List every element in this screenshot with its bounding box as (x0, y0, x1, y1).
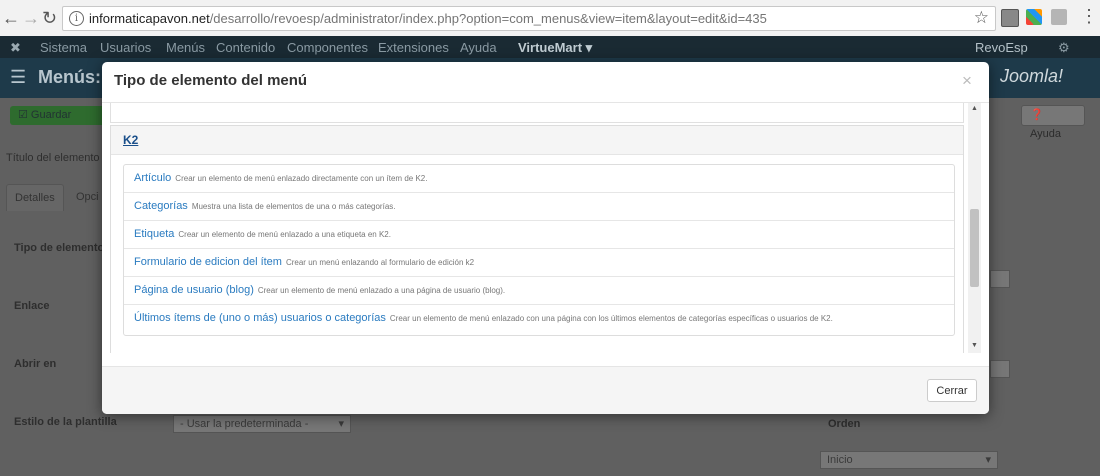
list-item-name: Formulario de edicion del ítem Crear un m… (134, 256, 474, 268)
nav-sistema[interactable]: Sistema (40, 40, 87, 55)
modal-title: Tipo de elemento del menú (114, 72, 308, 89)
forward-arrow-icon[interactable]: → (22, 8, 40, 28)
modal-footer: Cerrar (102, 366, 989, 414)
modal-scrollbar[interactable]: ▲ ▼ (968, 103, 981, 353)
list-item-etiqueta[interactable]: Etiqueta Crear un elemento de menú enlaza… (124, 221, 954, 249)
list-item-desc: Muestra una lista de elementos de una o … (191, 202, 396, 211)
nav-virtuemart[interactable]: VirtueMart ▾ (518, 40, 592, 56)
save-icon: ☑ (18, 109, 31, 121)
nav-usuarios[interactable]: Usuarios (100, 40, 151, 55)
extension-icon[interactable] (1051, 9, 1067, 25)
list-item-name: Página de usuario (blog) Crear un element… (134, 284, 505, 296)
info-icon[interactable]: i (69, 11, 84, 26)
order-select[interactable]: Inicio ▾ (820, 451, 998, 469)
extension-joomla-icon[interactable] (1026, 9, 1042, 25)
back-arrow-icon[interactable]: ← (2, 8, 20, 28)
list-item-name: Categorías Muestra una lista de elementos… (134, 200, 395, 212)
list-item-categorias[interactable]: Categorías Muestra una lista de elementos… (124, 193, 954, 221)
reload-icon[interactable]: ↻ (42, 8, 57, 28)
chevron-down-icon: ▾ (338, 418, 344, 430)
list-item-formulario[interactable]: Formulario de edicion del ítem Crear un m… (124, 249, 954, 277)
list-item-desc: Crear un elemento de menú enlazado a una… (257, 286, 506, 295)
help-label: Ayuda (1030, 128, 1061, 140)
close-button[interactable]: Cerrar (927, 379, 977, 402)
browser-toolbar: ← → ↻ i informaticapavon.net/desarrollo/… (0, 0, 1100, 37)
url-text: informaticapavon.net/desarrollo/revoesp/… (89, 11, 767, 26)
address-bar[interactable]: i informaticapavon.net/desarrollo/revoes… (62, 6, 996, 31)
list-item-title[interactable]: Página de usuario (blog) (134, 284, 254, 296)
joomla-logo-icon: ✖ (10, 40, 21, 55)
admin-navbar: ✖ Sistema Usuarios Menús Contenido Compo… (0, 36, 1100, 58)
k2-section-link[interactable]: K2 (123, 133, 138, 147)
k2-section-header: K2 (111, 126, 963, 155)
k2-section: K2 Artículo Crear un elemento de menú enl… (110, 125, 964, 353)
field-item-type-label: Tipo de elemento (14, 242, 105, 254)
list-item-pagina-usuario[interactable]: Página de usuario (blog) Crear un element… (124, 277, 954, 305)
site-name-link[interactable]: RevoEsp (975, 40, 1028, 55)
field-open-in-label: Abrir en (14, 358, 57, 370)
tab-detalles-label: Detalles (15, 192, 55, 204)
save-label: Guardar (30, 109, 72, 121)
nav-ayuda[interactable]: Ayuda (460, 40, 497, 55)
list-item-desc: Crear un elemento de menú enlazado con u… (389, 314, 833, 323)
extension-screenshot-icon[interactable] (1001, 9, 1019, 27)
template-select-value: - Usar la predeterminada - (180, 418, 309, 430)
modal-body: K2 Artículo Crear un elemento de menú enl… (110, 103, 981, 353)
list-item-title[interactable]: Etiqueta (134, 228, 174, 240)
side-field (990, 360, 1010, 378)
tab-detalles[interactable]: Detalles (6, 184, 64, 211)
scrollbar-thumb[interactable] (970, 209, 979, 287)
order-label: Orden (828, 418, 861, 430)
nav-contenido[interactable]: Contenido (216, 40, 275, 55)
title-field-label: Título del elemento (6, 152, 100, 164)
gear-icon[interactable]: ⚙ (1058, 40, 1070, 56)
modal-header: Tipo de elemento del menú × (102, 62, 989, 103)
list-item-desc: Crear un elemento de menú enlazado a una… (178, 230, 391, 239)
bookmark-star-icon[interactable]: ☆ (974, 8, 989, 28)
chevron-down-icon: ▾ (985, 454, 991, 466)
list-item-name: Etiqueta Crear un elemento de menú enlaza… (134, 228, 391, 240)
list-item-ultimos-items[interactable]: Últimos ítems de (uno o más) usuarios o … (124, 305, 954, 335)
scroll-content: K2 Artículo Crear un elemento de menú enl… (110, 103, 964, 353)
k2-item-list: Artículo Crear un elemento de menú enlaza… (123, 164, 955, 336)
template-style-select[interactable]: - Usar la predeterminada - ▾ (173, 415, 351, 433)
order-select-value: Inicio (827, 454, 853, 466)
menu-list-icon: ☰ (10, 67, 27, 87)
scroll-up-icon[interactable]: ▲ (971, 105, 978, 112)
nav-menus[interactable]: Menús (166, 40, 205, 55)
side-field (990, 270, 1010, 288)
list-item-name: Artículo Crear un elemento de menú enlaza… (134, 172, 427, 184)
tab-opciones[interactable]: Opci (76, 191, 99, 203)
nav-extensiones[interactable]: Extensiones (378, 40, 449, 55)
previous-section (110, 103, 964, 123)
help-icon: ❓ (1030, 109, 1044, 121)
menu-item-type-modal: Tipo de elemento del menú × K2 Artículo C… (102, 62, 989, 414)
field-link-label: Enlace (14, 300, 50, 312)
joomla-logo: Joomla! (1000, 66, 1064, 86)
scroll-down-icon[interactable]: ▼ (971, 342, 978, 349)
help-button[interactable]: ❓ Ayuda (1021, 105, 1085, 140)
browser-menu-icon[interactable]: ⋮ (1080, 6, 1098, 26)
list-item-articulo[interactable]: Artículo Crear un elemento de menú enlaza… (124, 165, 954, 193)
list-item-title[interactable]: Últimos ítems de (uno o más) usuarios o … (134, 312, 386, 324)
field-template-style-label: Estilo de la plantilla (14, 416, 117, 428)
nav-componentes[interactable]: Componentes (287, 40, 368, 55)
url-path: /desarrollo/revoesp/administrator/index.… (209, 11, 767, 26)
list-item-name: Últimos ítems de (uno o más) usuarios o … (134, 312, 833, 324)
list-item-title[interactable]: Formulario de edicion del ítem (134, 256, 282, 268)
list-item-title[interactable]: Categorías (134, 200, 188, 212)
close-icon[interactable]: × (962, 71, 972, 91)
list-item-desc: Crear un elemento de menú enlazado direc… (175, 174, 428, 183)
list-item-desc: Crear un menú enlazando al formulario de… (285, 258, 475, 267)
url-host: informaticapavon.net (89, 11, 210, 26)
list-item-title[interactable]: Artículo (134, 172, 171, 184)
